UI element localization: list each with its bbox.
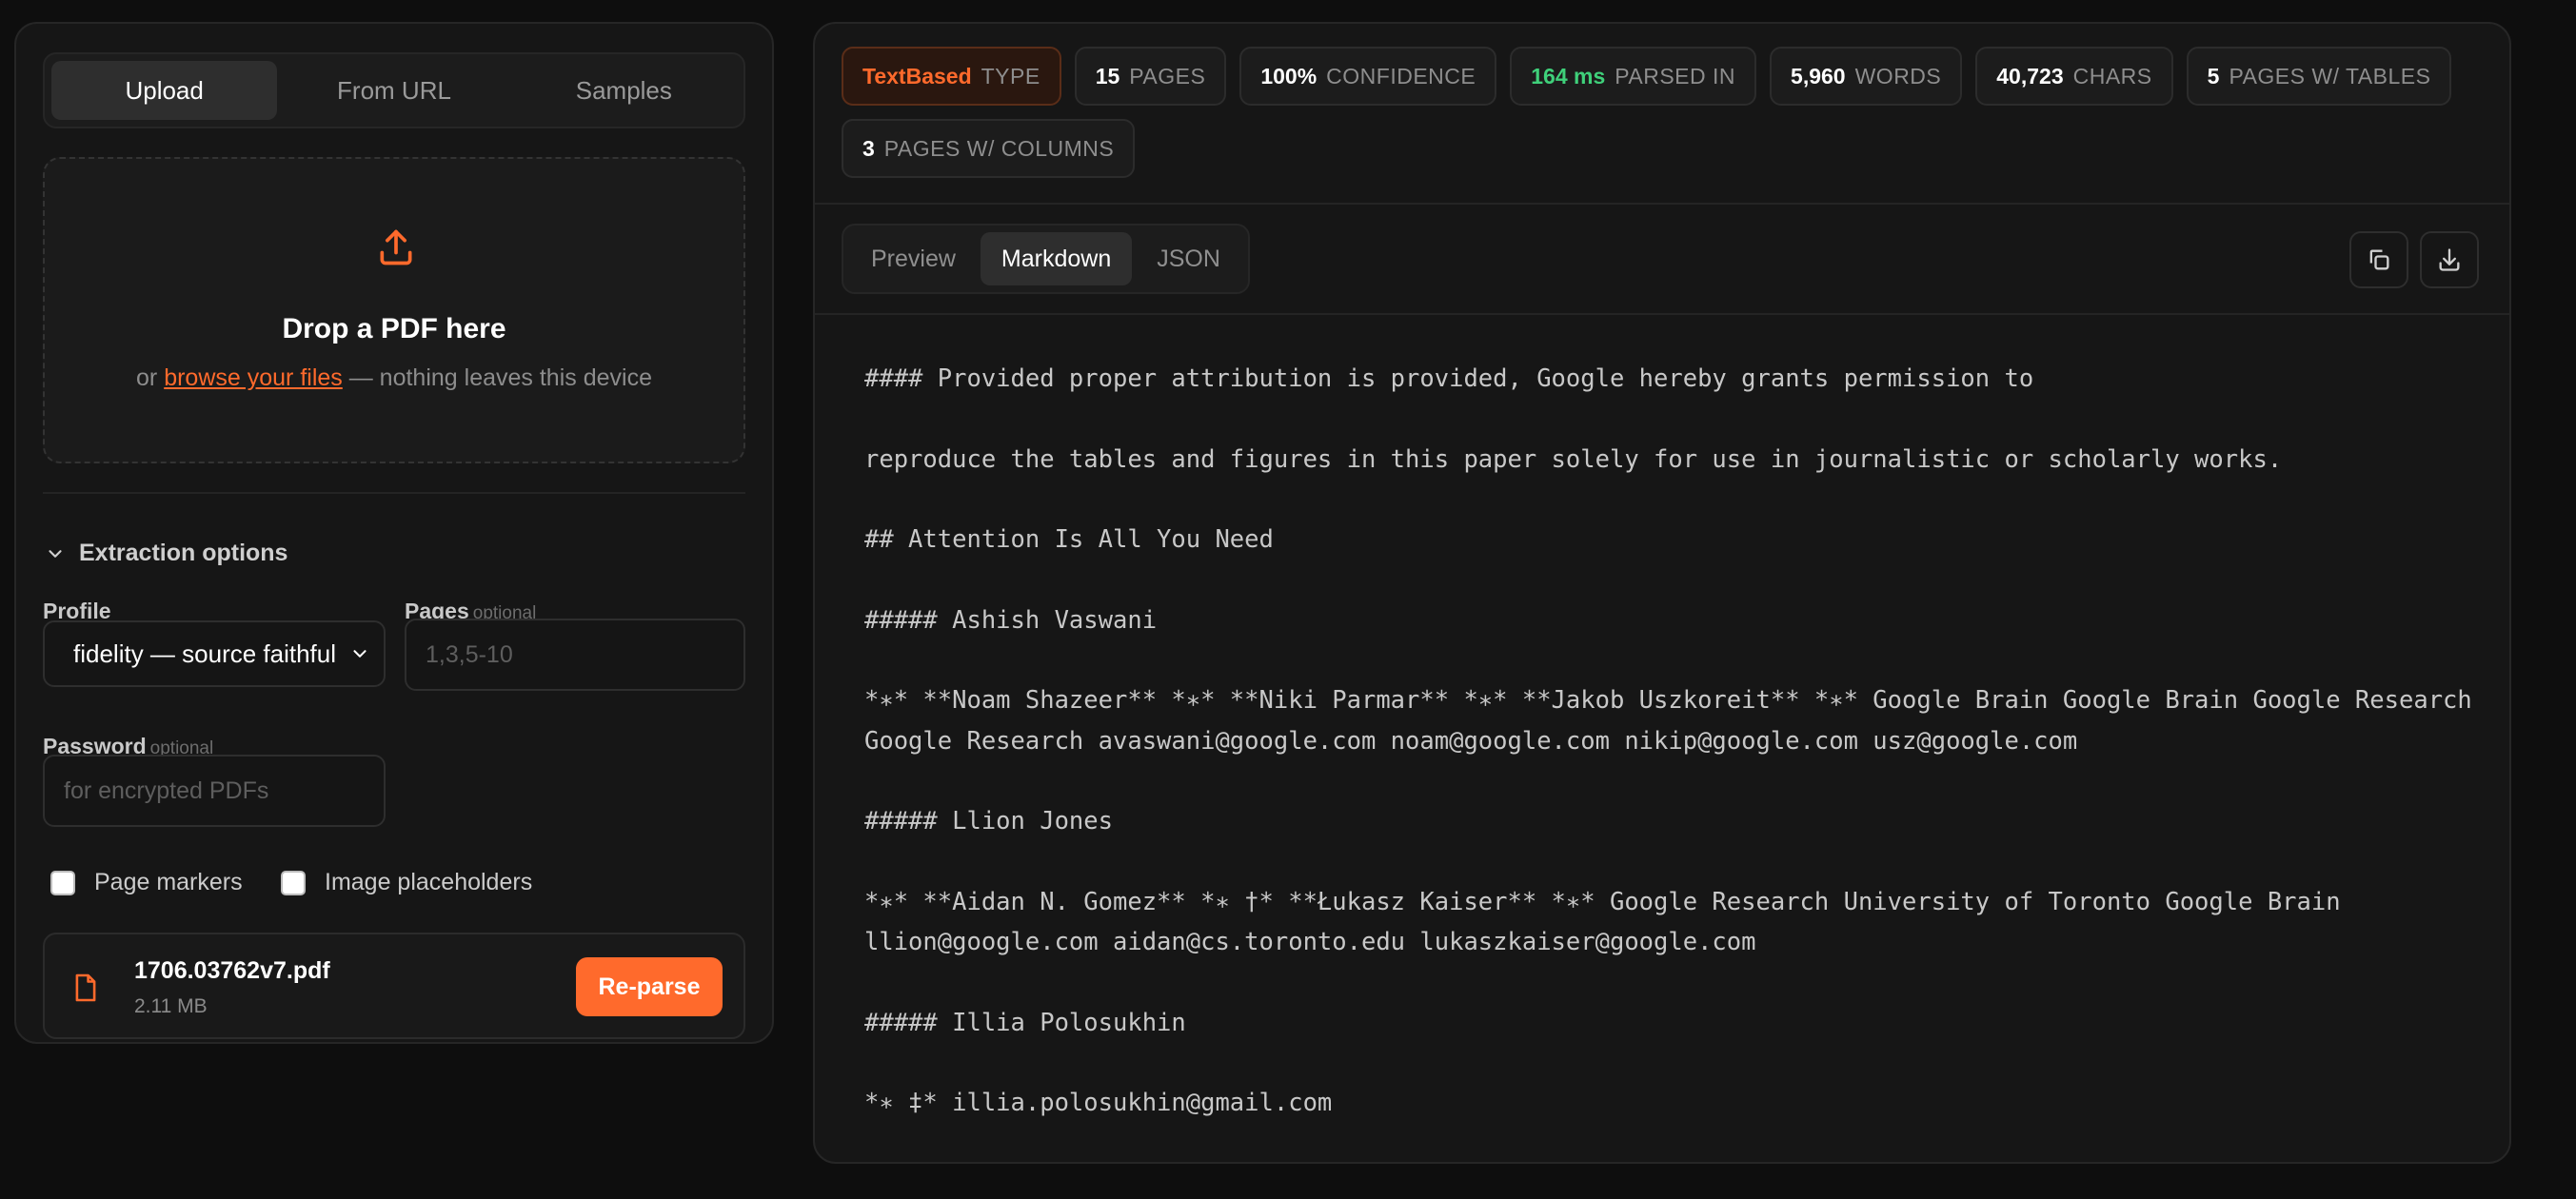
results-panel: TextBased TYPE 15 PAGES 100% CONFIDENCE … [813, 22, 2511, 1164]
markdown-line: *∗* **Noam Shazeer** *∗* **Niki Parmar**… [864, 686, 2487, 756]
source-tabs: Upload From URL Samples [43, 52, 745, 128]
markdown-line: ##### Illia Polosukhin [864, 1008, 1186, 1037]
copy-icon [2369, 249, 2389, 270]
markdown-line: #### Provided proper attribution is prov… [864, 364, 2034, 393]
markdown-line: *∗* **Aidan N. Gomez** *∗ †* **Łukasz Ka… [864, 887, 2355, 957]
divider [815, 203, 2509, 205]
parsed-in-value: 164 ms [1531, 63, 1606, 88]
file-icon [75, 973, 96, 1002]
markdown-output: #### Provided proper attribution is prov… [864, 359, 2492, 1162]
image-placeholders-checkbox[interactable] [281, 870, 306, 895]
file-size: 2.11 MB [134, 995, 208, 1017]
reparse-button[interactable]: Re-parse [576, 957, 723, 1016]
chars-badge: 40,723 CHARS [1975, 47, 2173, 106]
tab-upload[interactable]: Upload [51, 61, 278, 120]
type-label: TYPE [981, 63, 1040, 88]
page-markers-option[interactable]: Page markers [50, 869, 243, 896]
copy-button[interactable] [2349, 231, 2408, 288]
tab-samples[interactable]: Samples [511, 61, 737, 120]
chars-value: 40,723 [1996, 63, 2064, 88]
type-badge: TextBased TYPE [842, 47, 1061, 106]
page-markers-label: Page markers [94, 869, 243, 895]
chevron-down-icon [49, 549, 62, 558]
pages-badge: 15 PAGES [1074, 47, 1227, 106]
markdown-line: reproduce the tables and figures in this… [864, 444, 2283, 474]
page-markers-checkbox[interactable] [50, 870, 75, 895]
view-tabs: Preview Markdown JSON [842, 224, 1250, 294]
pages-columns-value: 3 [862, 135, 875, 161]
words-value: 5,960 [1791, 63, 1846, 88]
divider [43, 492, 745, 494]
chars-label: CHARS [2072, 63, 2152, 88]
tab-preview[interactable]: Preview [850, 232, 977, 285]
confidence-badge: 100% CONFIDENCE [1239, 47, 1497, 106]
file-card: 1706.03762v7.pdf 2.11 MB Re-parse [43, 933, 745, 1039]
parsed-in-label: PARSED IN [1615, 63, 1736, 88]
image-placeholders-option[interactable]: Image placeholders [281, 869, 532, 896]
pages-tables-badge: 5 PAGES W/ TABLES [2186, 47, 2452, 106]
pages-input[interactable] [405, 619, 745, 691]
pages-tables-label: PAGES W/ TABLES [2229, 63, 2431, 88]
pages-columns-label: PAGES W/ COLUMNS [883, 135, 1115, 161]
upload-icon [380, 229, 412, 265]
dropzone-prefix: or [136, 364, 158, 391]
confidence-value: 100% [1260, 63, 1318, 88]
markdown-line: ##### Llion Jones [864, 807, 1113, 835]
tab-markdown[interactable]: Markdown [980, 232, 1133, 285]
download-icon [2439, 248, 2460, 271]
left-panel: Upload From URL Samples Drop a PDF here … [14, 22, 774, 1044]
words-badge: 5,960 WORDS [1770, 47, 1963, 106]
dropzone-subtitle: or browse your files — nothing leaves th… [45, 364, 743, 392]
dropzone-suffix: — nothing leaves this device [348, 364, 652, 391]
tab-from-url[interactable]: From URL [281, 61, 506, 120]
chevron-down-icon [353, 650, 367, 658]
pages-columns-badge: 3 PAGES W/ COLUMNS [842, 119, 1136, 178]
dropzone-title: Drop a PDF here [282, 313, 506, 344]
pdf-dropzone[interactable]: Drop a PDF here or browse your files — n… [43, 157, 745, 463]
pages-value: 15 [1095, 63, 1120, 88]
type-value: TextBased [862, 63, 972, 88]
browse-files-link[interactable]: browse your files [164, 364, 343, 391]
confidence-label: CONFIDENCE [1326, 63, 1476, 88]
pages-tables-value: 5 [2207, 63, 2220, 88]
markdown-line: *∗ ‡* illia.polosukhin@gmail.com [864, 1089, 1333, 1117]
profile-select-value: fidelity — source faithful [73, 639, 337, 668]
profile-select[interactable]: fidelity — source faithful [43, 620, 386, 687]
divider [815, 313, 2509, 315]
tab-json[interactable]: JSON [1136, 232, 1241, 285]
stats-badges: TextBased TYPE 15 PAGES 100% CONFIDENCE … [842, 47, 2498, 178]
extraction-options-label: Extraction options [79, 540, 288, 566]
download-button[interactable] [2420, 231, 2479, 288]
image-placeholders-label: Image placeholders [325, 869, 533, 895]
file-name: 1706.03762v7.pdf [134, 957, 330, 984]
markdown-line: ## Attention Is All You Need [864, 525, 1274, 554]
extraction-options-toggle[interactable]: Extraction options [45, 540, 287, 567]
parsed-in-badge: 164 ms PARSED IN [1510, 47, 1757, 106]
password-input[interactable] [43, 755, 386, 827]
markdown-line: ##### Ashish Vaswani [864, 605, 1158, 635]
words-label: WORDS [1854, 63, 1942, 88]
pages-label-stat: PAGES [1129, 63, 1206, 88]
